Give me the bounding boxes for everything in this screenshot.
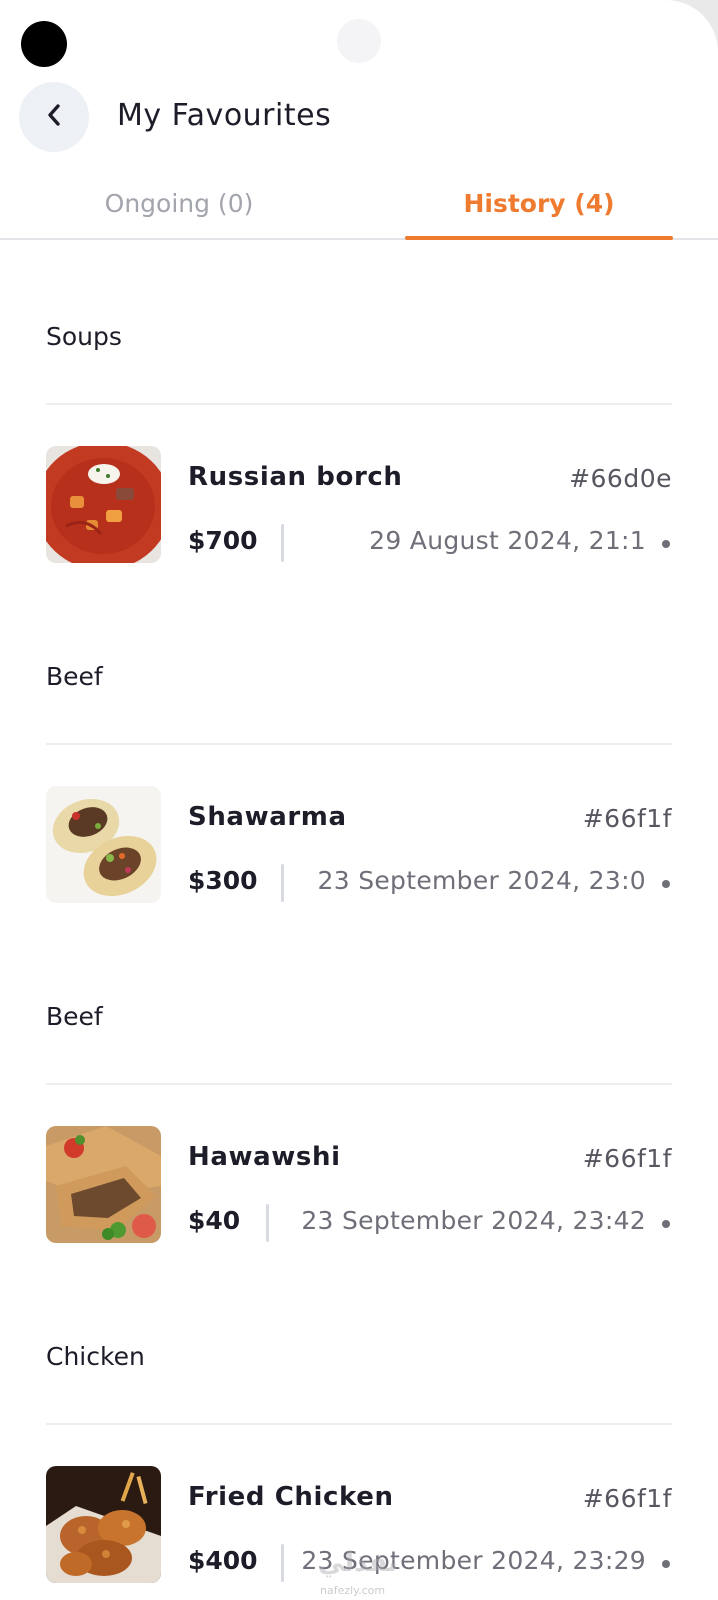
order-section: Soups Russian borch #66d0e $700 29 Augus… <box>0 258 718 598</box>
item-name: Hawawshi <box>188 1142 341 1172</box>
order-item[interactable]: Russian borch #66d0e $700 29 August 2024… <box>0 446 718 566</box>
item-price: $400 <box>188 1546 258 1575</box>
back-button[interactable] <box>19 82 89 152</box>
price-separator <box>281 1544 284 1582</box>
screen: My Favourites Ongoing (0) History (4) So… <box>0 0 718 1600</box>
order-section: Beef Shawarma #66f1f $300 23 September 2… <box>0 598 718 938</box>
tab-history[interactable]: History (4) <box>405 168 673 238</box>
divider <box>46 743 672 745</box>
category-label: Beef <box>46 662 103 691</box>
divider <box>46 1083 672 1085</box>
order-id: #66f1f <box>582 1144 672 1173</box>
category-label: Soups <box>46 322 122 351</box>
active-tab-indicator <box>405 236 673 240</box>
divider <box>46 403 672 405</box>
camera-cutout <box>21 21 67 67</box>
order-date: 29 August 2024, 21:1 <box>369 526 646 555</box>
tab-bar: Ongoing (0) History (4) <box>0 168 718 240</box>
watermark: نفذلي <box>318 1548 398 1578</box>
order-date: 23 September 2024, 23:0 <box>317 866 646 895</box>
order-section: Beef Hawawshi #66f1f $40 23 September 20… <box>0 938 718 1278</box>
item-price: $300 <box>188 866 258 895</box>
food-image-hawawshi <box>46 1126 161 1243</box>
watermark-subtitle: nafezly.com <box>320 1584 386 1597</box>
page-title: My Favourites <box>117 98 332 133</box>
status-dot <box>662 1220 670 1228</box>
food-image-shawarma <box>46 786 161 903</box>
item-price: $700 <box>188 526 258 555</box>
food-image-borch <box>46 446 161 563</box>
chevron-left-icon <box>43 101 65 133</box>
sensor-dot <box>337 19 381 63</box>
item-name: Fried Chicken <box>188 1482 394 1512</box>
order-date: 23 September 2024, 23:42 <box>301 1206 646 1235</box>
price-separator <box>281 524 284 562</box>
price-separator <box>281 864 284 902</box>
price-separator <box>266 1204 269 1242</box>
category-label: Beef <box>46 1002 103 1031</box>
food-image-fried-chicken <box>46 1466 161 1583</box>
category-label: Chicken <box>46 1342 145 1371</box>
order-item[interactable]: Hawawshi #66f1f $40 23 September 2024, 2… <box>0 1126 718 1246</box>
order-id: #66f1f <box>582 804 672 833</box>
item-name: Russian borch <box>188 462 403 492</box>
order-id: #66f1f <box>582 1484 672 1513</box>
status-dot <box>662 540 670 548</box>
item-name: Shawarma <box>188 802 347 832</box>
divider <box>46 1423 672 1425</box>
tab-ongoing[interactable]: Ongoing (0) <box>0 168 358 238</box>
item-price: $40 <box>188 1206 241 1235</box>
order-id: #66d0e <box>569 464 672 493</box>
order-item[interactable]: Shawarma #66f1f $300 23 September 2024, … <box>0 786 718 906</box>
status-dot <box>662 1560 670 1568</box>
status-dot <box>662 880 670 888</box>
